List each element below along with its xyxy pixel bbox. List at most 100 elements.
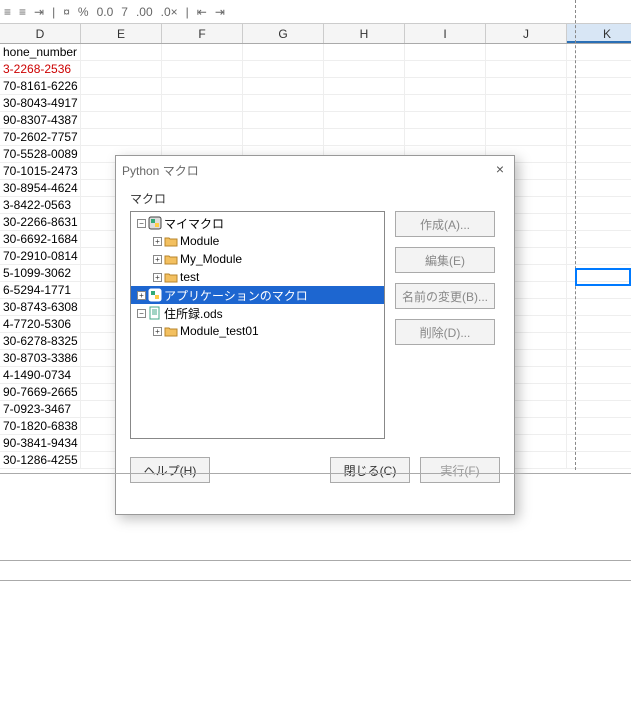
create-button[interactable]: 作成(A)... [395,211,495,237]
cell[interactable] [324,78,405,95]
cell[interactable] [567,384,631,401]
cell[interactable] [324,112,405,129]
delete-button[interactable]: 削除(D)... [395,319,495,345]
collapse-icon[interactable]: − [137,309,146,318]
cell[interactable]: 3-2268-2536 [0,61,81,78]
macro-tree[interactable]: −マイマクロ+Module+My_Module+test+アプリケーションのマク… [130,211,385,439]
cell[interactable]: 70-5528-0089 [0,146,81,163]
cell[interactable]: 7-0923-3467 [0,401,81,418]
cell[interactable] [405,44,486,61]
cell[interactable]: 70-1820-6838 [0,418,81,435]
close-button[interactable]: 閉じる(C) [330,457,410,483]
cell[interactable] [324,61,405,78]
col-header-selected[interactable]: K [567,24,631,43]
cell[interactable] [567,78,631,95]
expand-icon[interactable]: + [153,237,162,246]
cell[interactable] [243,78,324,95]
indent-dec-icon[interactable]: ⇤ [197,5,207,19]
cell[interactable] [243,61,324,78]
tree-item[interactable]: +Module_test01 [131,322,384,340]
currency-icon[interactable]: ¤ [63,5,70,19]
cell[interactable]: 5-1099-3062 [0,265,81,282]
cell[interactable]: hone_number [0,44,81,61]
cell[interactable]: 30-8743-6308 [0,299,81,316]
expand-icon[interactable]: + [153,273,162,282]
cell[interactable] [567,231,631,248]
cell[interactable] [405,95,486,112]
cell[interactable] [324,129,405,146]
tree-item[interactable]: −住所録.ods [131,304,384,322]
cell[interactable]: 4-7720-5306 [0,316,81,333]
cell[interactable] [81,78,162,95]
tree-item[interactable]: +アプリケーションのマクロ [131,286,384,304]
expand-icon[interactable]: + [153,255,162,264]
cell[interactable]: 70-2602-7757 [0,129,81,146]
cell[interactable] [567,129,631,146]
align-icon[interactable]: ≡ [19,5,26,19]
cell[interactable] [567,44,631,61]
cell[interactable] [567,197,631,214]
cell[interactable] [567,435,631,452]
cell[interactable] [567,95,631,112]
cell[interactable] [81,129,162,146]
cell[interactable]: 30-1286-4255 [0,452,81,469]
cell[interactable]: 30-8043-4917 [0,95,81,112]
help-button[interactable]: ヘルプ(H) [130,457,210,483]
edit-button[interactable]: 編集(E) [395,247,495,273]
cell[interactable]: 30-8954-4624 [0,180,81,197]
cell[interactable]: 90-7669-2665 [0,384,81,401]
cell[interactable] [567,146,631,163]
col-header[interactable]: J [486,24,567,43]
col-header[interactable]: D [0,24,81,43]
cell[interactable] [405,112,486,129]
cell[interactable] [81,112,162,129]
align-icon[interactable]: ≡ [4,5,11,19]
cell[interactable] [567,299,631,316]
cell[interactable] [81,44,162,61]
expand-icon[interactable]: + [137,291,146,300]
cell[interactable] [567,367,631,384]
cell[interactable] [567,401,631,418]
cell[interactable] [405,78,486,95]
col-header[interactable]: I [405,24,486,43]
cell[interactable] [243,95,324,112]
cell[interactable] [162,129,243,146]
col-header[interactable]: E [81,24,162,43]
cell[interactable] [486,61,567,78]
col-header[interactable]: G [243,24,324,43]
cell[interactable] [324,95,405,112]
cell[interactable] [243,112,324,129]
wrap-icon[interactable]: ⇥ [34,5,44,19]
cell[interactable] [486,95,567,112]
cell[interactable] [567,163,631,180]
cell[interactable] [486,78,567,95]
date-icon[interactable]: 7 [121,5,128,19]
cell[interactable] [486,112,567,129]
cell[interactable] [243,44,324,61]
cell[interactable]: 30-8703-3386 [0,350,81,367]
tree-item[interactable]: −マイマクロ [131,214,384,232]
cell[interactable] [567,350,631,367]
cell[interactable] [405,129,486,146]
close-icon[interactable]: × [492,162,508,178]
cell[interactable] [324,44,405,61]
cell[interactable]: 4-1490-0734 [0,367,81,384]
dec-dec-icon[interactable]: .0× [161,5,178,19]
col-header[interactable]: F [162,24,243,43]
cell[interactable] [567,418,631,435]
cell[interactable] [567,112,631,129]
inc-dec-icon[interactable]: .00 [136,5,153,19]
column-headers[interactable]: D E F G H I J K [0,24,631,44]
cell[interactable]: 70-1015-2473 [0,163,81,180]
cell[interactable]: 6-5294-1771 [0,282,81,299]
dialog-titlebar[interactable]: Python マクロ × [116,156,514,184]
percent-icon[interactable]: % [78,5,89,19]
rename-button[interactable]: 名前の変更(B)... [395,283,495,309]
cell[interactable]: 90-8307-4387 [0,112,81,129]
cell[interactable] [567,214,631,231]
cell[interactable] [567,333,631,350]
cell[interactable] [567,316,631,333]
run-button[interactable]: 実行(F) [420,457,500,483]
cell[interactable]: 70-8161-6226 [0,78,81,95]
cell[interactable]: 3-8422-0563 [0,197,81,214]
